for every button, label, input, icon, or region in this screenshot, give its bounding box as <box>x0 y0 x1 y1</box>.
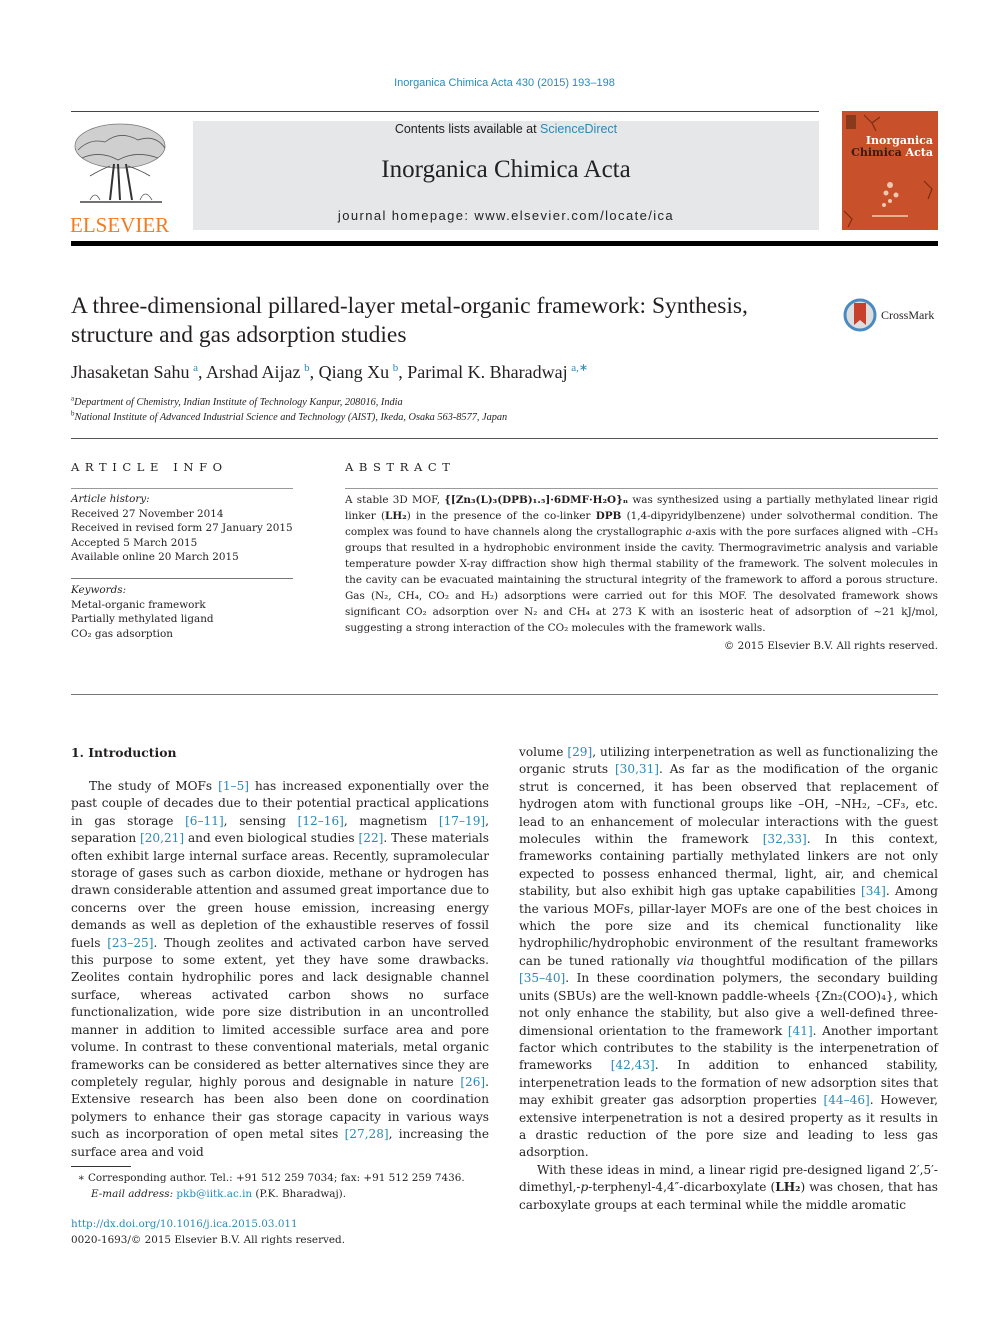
reference-link[interactable]: [34] <box>861 884 886 898</box>
italic-text: p <box>580 1180 589 1195</box>
reference-link[interactable]: [1–5] <box>218 779 249 793</box>
author[interactable]: Arshad Aijaz b <box>206 362 310 382</box>
journal-citation-link[interactable]: Inorganica Chimica Acta 430 (2015) 193–1… <box>0 77 992 89</box>
affiliations: aDepartment of Chemistry, Indian Institu… <box>71 395 507 425</box>
author-list: Jhasaketan Sahu a, Arshad Aijaz b, Qiang… <box>71 362 589 382</box>
footnote-rule <box>71 1166 131 1167</box>
email-link[interactable]: pkb@iitk.ac.in <box>176 1188 252 1200</box>
affiliation-mark[interactable]: b <box>393 362 399 374</box>
sciencedirect-link[interactable]: ScienceDirect <box>540 122 617 136</box>
contents-availability: Contents lists available at ScienceDirec… <box>193 121 819 137</box>
doi-block: http://dx.doi.org/10.1016/j.ica.2015.03.… <box>71 1216 345 1248</box>
reference-link[interactable]: [35–40] <box>519 971 565 985</box>
corresponding-author-footnote: ∗ Corresponding author. Tel.: +91 512 25… <box>71 1170 465 1202</box>
history-item: Accepted 5 March 2015 <box>71 536 198 549</box>
body-paragraph: The study of MOFs [1–5] has increased ex… <box>71 779 490 1159</box>
header-thick-rule <box>71 241 938 246</box>
journal-banner: Contents lists available at ScienceDirec… <box>193 121 819 230</box>
reference-link[interactable]: [42,43] <box>611 1058 655 1072</box>
reference-link[interactable]: [22] <box>359 831 384 845</box>
keywords: Keywords: Metal-organic framework Partia… <box>71 583 214 641</box>
reference-link[interactable]: [44–46] <box>823 1093 869 1107</box>
body-paragraph: volume [29], utilizing interpenetration … <box>519 745 939 1160</box>
reference-link[interactable]: [27,28] <box>345 1127 389 1141</box>
author[interactable]: Jhasaketan Sahu a <box>71 362 198 382</box>
author[interactable]: Parimal K. Bharadwaj a,∗ <box>407 362 588 382</box>
crossmark-label: CrossMark <box>881 308 935 322</box>
body-column-right: volume [29], utilizing interpenetration … <box>519 744 938 1214</box>
reference-link[interactable]: [29] <box>567 745 592 759</box>
crossmark-button[interactable]: CrossMark <box>843 297 943 333</box>
reference-link[interactable]: [12–16] <box>298 814 344 828</box>
history-item: Received 27 November 2014 <box>71 507 224 520</box>
reference-link[interactable]: [41] <box>788 1024 813 1038</box>
reference-link[interactable]: [26] <box>460 1075 485 1089</box>
affiliation-mark[interactable]: b <box>304 362 310 374</box>
reference-link[interactable]: [23–25] <box>107 936 153 950</box>
history-item: Received in revised form 27 January 2015 <box>71 522 293 534</box>
italic-text: via <box>676 953 695 968</box>
author[interactable]: Qiang Xu b <box>319 362 399 382</box>
header-rule <box>71 111 819 112</box>
email-suffix: (P.K. Bharadwaj). <box>252 1188 347 1200</box>
cover-title: Inorganica Chimica Acta <box>851 135 933 159</box>
cover-title-chimica: Chimica <box>851 146 902 159</box>
keyword: Partially methylated ligand <box>71 613 214 625</box>
abstract-copyright: © 2015 Elsevier B.V. All rights reserved… <box>723 640 938 652</box>
footnote-star: ∗ <box>77 1172 85 1184</box>
keywords-rule <box>71 578 293 579</box>
mof-formula: {[Zn₃(L)₃(DPB)₁.₅]·6DMF·H₂O}ₙ <box>444 494 629 506</box>
elsevier-logo[interactable]: ELSEVIER <box>70 120 172 236</box>
contents-prefix: Contents lists available at <box>394 122 541 136</box>
cover-molecule-icon <box>843 114 933 228</box>
article-info-rule <box>71 488 293 489</box>
reference-link[interactable]: [30,31] <box>615 762 659 776</box>
reference-link[interactable]: [6–11] <box>185 814 224 828</box>
section-rule <box>71 438 938 439</box>
publisher-wordmark: ELSEVIER <box>70 213 170 237</box>
affiliation: bNational Institute of Advanced Industri… <box>71 409 508 423</box>
cover-title-acta: Acta <box>905 146 933 159</box>
abstract-heading: ABSTRACT <box>345 460 456 474</box>
affiliation-mark[interactable]: a <box>193 362 198 374</box>
reference-link[interactable]: [20,21] <box>140 831 184 845</box>
journal-cover-image[interactable]: Inorganica Chimica Acta <box>842 111 938 230</box>
reference-link[interactable]: [17–19] <box>439 814 485 828</box>
elsevier-tree-icon <box>74 123 166 203</box>
history-label: Article history: <box>71 493 150 505</box>
journal-title: Inorganica Chimica Acta <box>381 156 631 183</box>
affiliation: aDepartment of Chemistry, Indian Institu… <box>71 394 403 408</box>
abstract-bottom-rule <box>71 694 938 695</box>
keyword: Metal-organic framework <box>71 598 206 611</box>
rights-statement: 0020-1693/© 2015 Elsevier B.V. All right… <box>71 1234 346 1246</box>
corresponding-contact: Corresponding author. Tel.: +91 512 259 … <box>84 1172 465 1184</box>
keyword: CO₂ gas adsorption <box>71 627 173 640</box>
article-title: A three-dimensional pillared-layer metal… <box>71 293 748 348</box>
email-label: E-mail address: <box>91 1188 177 1200</box>
abstract-body: A stable 3D MOF, {[Zn₃(L)₃(DPB)₁.₅]·6DMF… <box>345 492 938 654</box>
section-heading: 1. Introduction <box>71 745 177 760</box>
doi-link[interactable]: http://dx.doi.org/10.1016/j.ica.2015.03.… <box>71 1218 298 1230</box>
reference-link[interactable]: [32,33] <box>763 832 807 846</box>
article-info-heading: ARTICLE INFO <box>71 460 228 474</box>
abstract-rule <box>345 488 938 489</box>
abstract-text: A stable 3D MOF, {[Zn₃(L)₃(DPB)₁.₅]·6DMF… <box>345 494 938 634</box>
body-column-left: 1. Introduction The study of MOFs [1–5] … <box>71 744 489 1161</box>
crossmark-icon <box>843 298 877 332</box>
journal-homepage[interactable]: journal homepage: www.elsevier.com/locat… <box>193 208 819 223</box>
bold-text: LH₂ <box>775 1180 801 1195</box>
keywords-label: Keywords: <box>71 584 127 596</box>
history-item: Available online 20 March 2015 <box>71 551 239 563</box>
article-history: Article history: Received 27 November 20… <box>71 492 293 565</box>
affiliation-mark[interactable]: a,∗ <box>571 362 588 374</box>
body-paragraph: With these ideas in mind, a linear rigid… <box>519 1162 938 1212</box>
